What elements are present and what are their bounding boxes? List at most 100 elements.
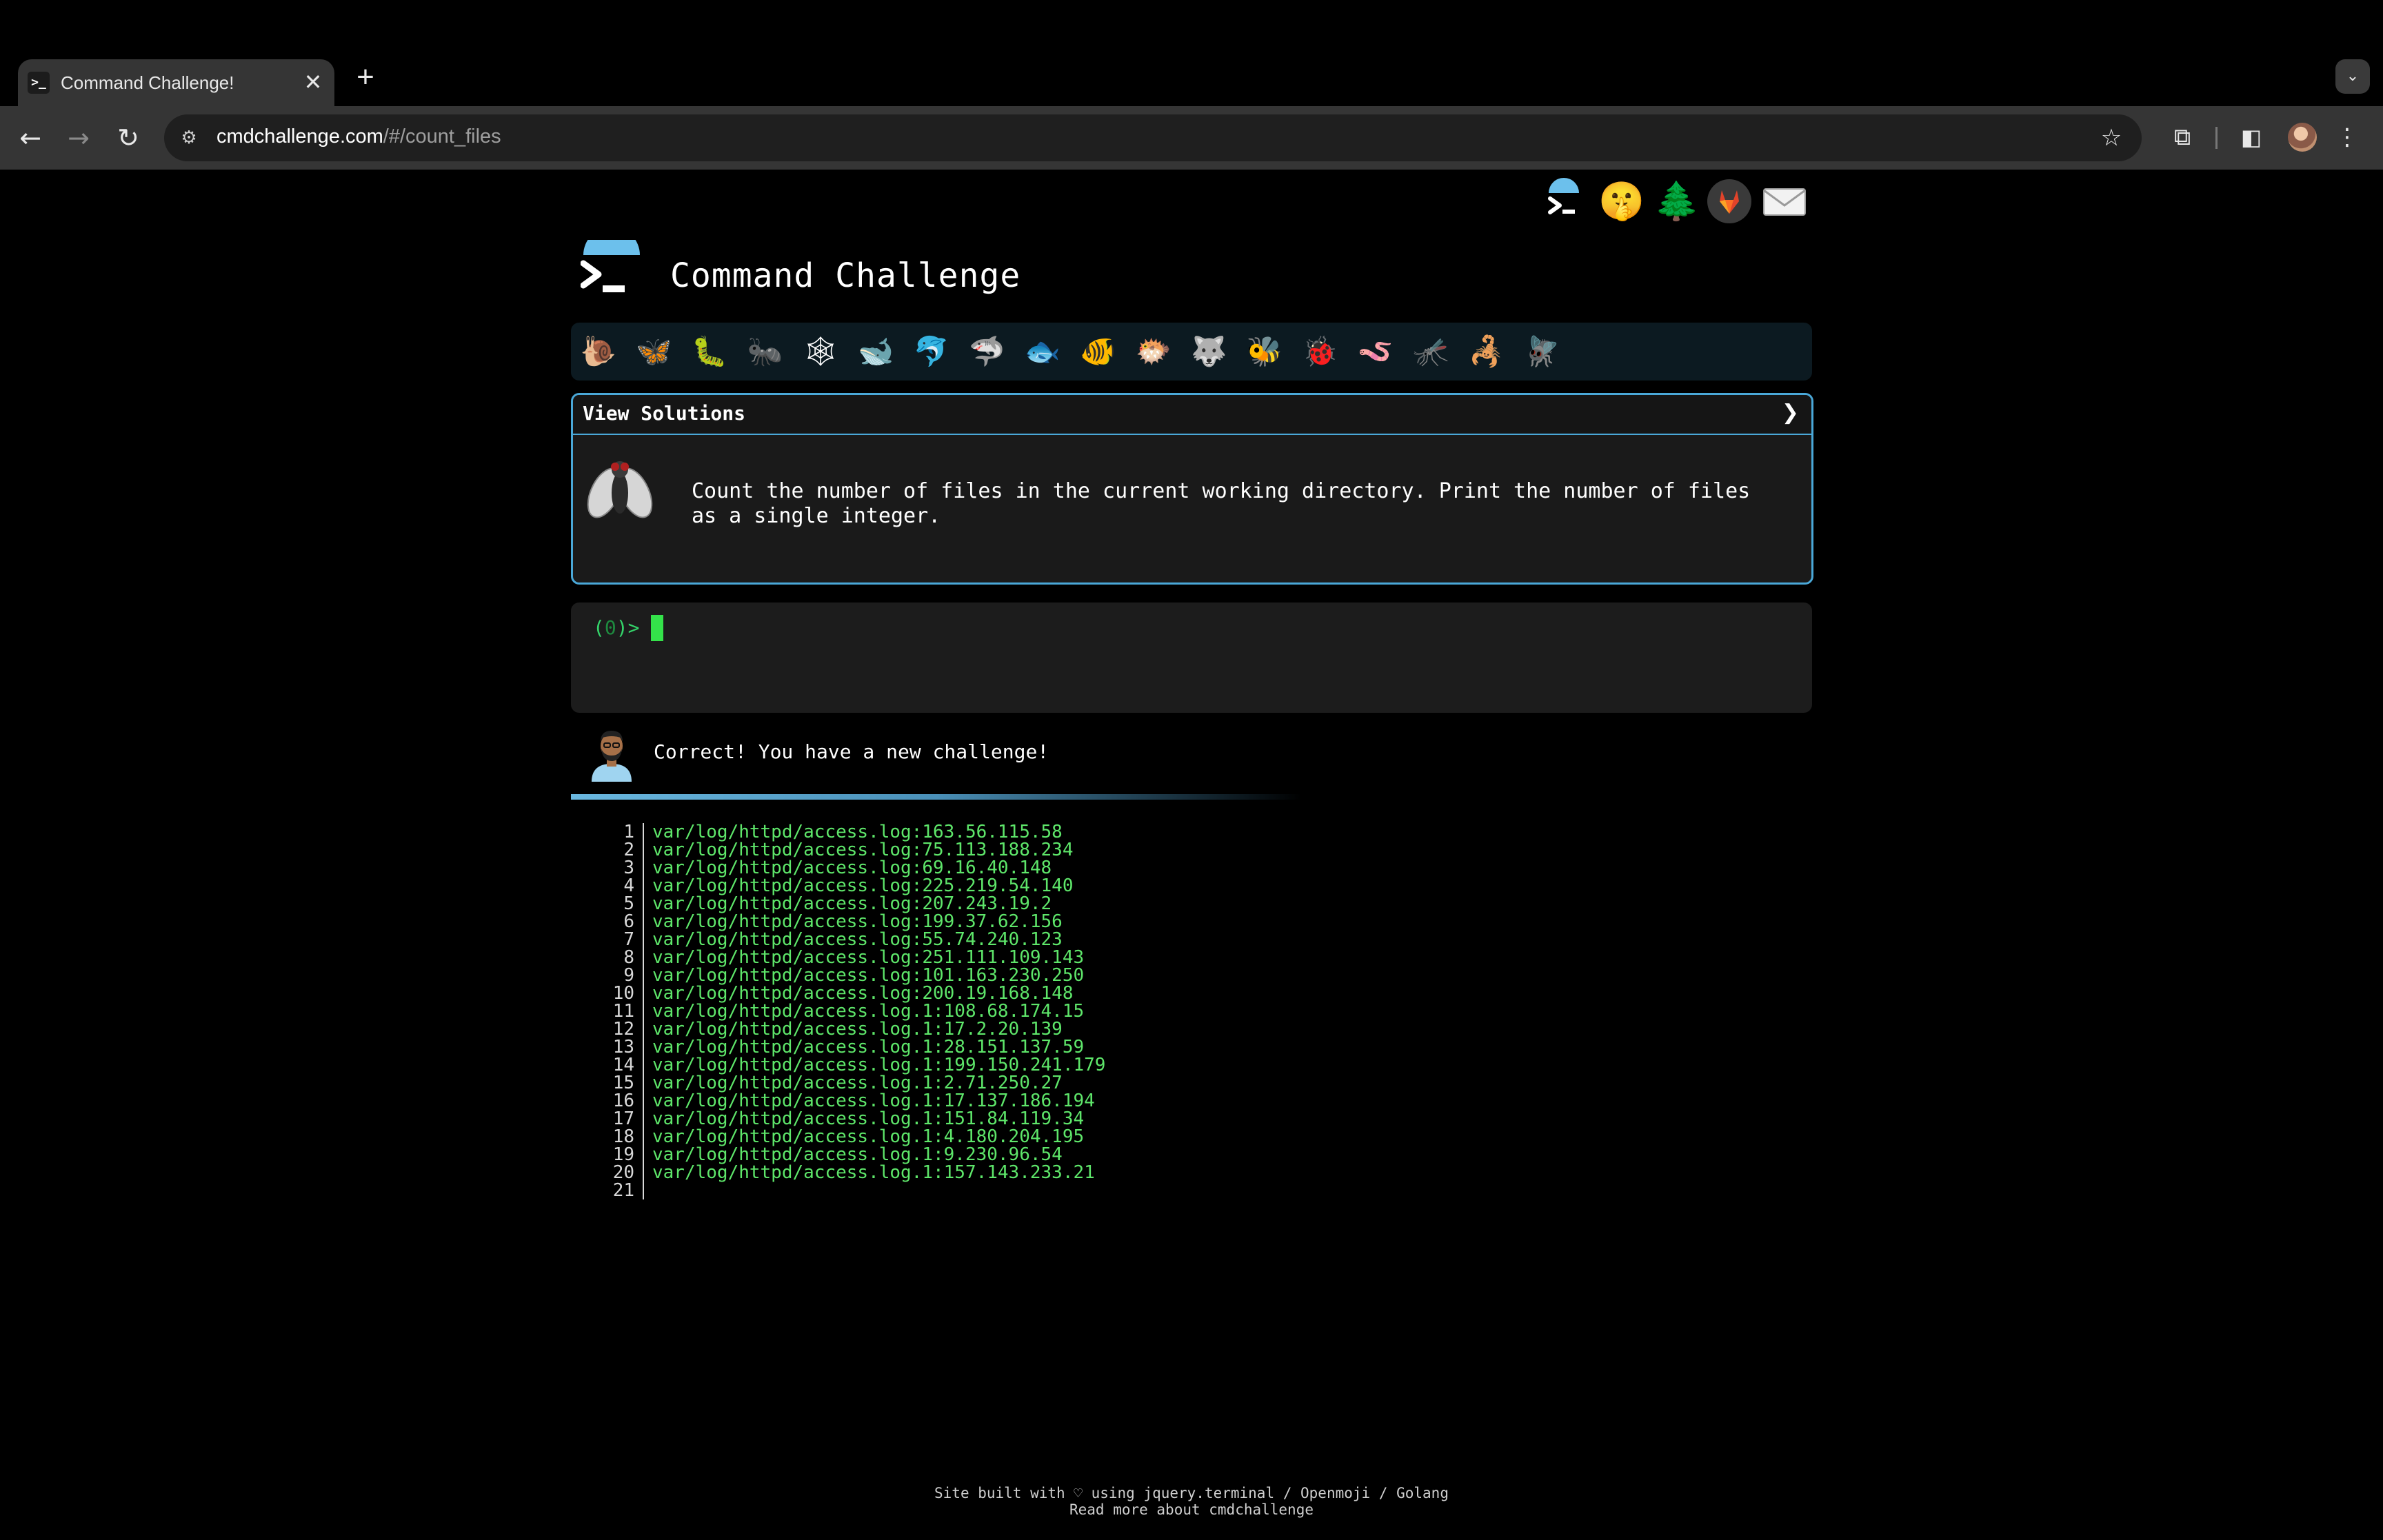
line-number: 3 xyxy=(623,858,634,878)
gutter-line xyxy=(643,1056,644,1074)
line-number: 18 xyxy=(612,1126,634,1147)
gutter-line xyxy=(643,1128,644,1146)
gutter-line xyxy=(643,1020,644,1038)
dolphin-icon[interactable]: 🐬 xyxy=(912,332,951,371)
output-line-text: var/log/httpd/access.log:225.219.54.140 xyxy=(652,875,1074,896)
shark-icon[interactable]: 🦈 xyxy=(968,332,1007,371)
line-number: 19 xyxy=(612,1144,634,1165)
tab-search-chevron-icon[interactable]: ⌄ xyxy=(2335,59,2370,94)
gutter-line xyxy=(643,931,644,949)
output-line-text: var/log/httpd/access.log.1:4.180.204.195 xyxy=(652,1126,1085,1147)
new-tab-button[interactable]: + xyxy=(350,62,381,92)
view-solutions-label: View Solutions xyxy=(583,402,746,425)
view-solutions-toggle[interactable]: View Solutions ❯ xyxy=(573,395,1811,435)
prompt-close: )> xyxy=(616,616,640,639)
footer-credits[interactable]: Site built with ♡ using jquery.terminal … xyxy=(0,1485,2383,1501)
output-line-text: var/log/httpd/access.log.1:108.68.174.15 xyxy=(652,1001,1085,1022)
extensions-puzzle-icon[interactable]: ⧉ xyxy=(2165,120,2200,154)
snail-icon[interactable]: 🐌 xyxy=(579,332,618,371)
output-row: 15 var/log/httpd/access.log.1:2.71.250.27 xyxy=(607,1074,1227,1092)
line-number: 16 xyxy=(612,1091,634,1111)
bee-icon[interactable]: 🐝 xyxy=(1245,332,1284,371)
terminal[interactable]: (0)> xyxy=(571,602,1812,713)
whale-icon[interactable]: 🐋 xyxy=(857,332,896,371)
page-title[interactable]: Command Challenge xyxy=(670,256,1020,295)
tropical-fish-icon[interactable]: 🐠 xyxy=(1079,332,1118,371)
gutter-line xyxy=(643,877,644,895)
output-line-text: var/log/httpd/access.log:199.37.62.156 xyxy=(652,911,1063,932)
line-number: 21 xyxy=(612,1180,634,1201)
forward-arrow-icon[interactable]: → xyxy=(59,119,98,157)
gutter-line xyxy=(643,966,644,984)
man-avatar-icon xyxy=(586,727,637,782)
gutter-line xyxy=(643,895,644,913)
line-number: 10 xyxy=(612,983,634,1004)
line-number: 2 xyxy=(623,840,634,860)
ladybug-icon[interactable]: 🐞 xyxy=(1301,332,1340,371)
solutions-panel: View Solutions ❯ Count the number of fil… xyxy=(571,393,1813,585)
output-row: 5 var/log/httpd/access.log:207.243.19.2 xyxy=(607,895,1227,913)
address-bar[interactable]: ⚙ cmdchallenge.com/#/count_files ☆ xyxy=(164,114,2142,161)
terminal-cursor[interactable] xyxy=(651,615,663,641)
output-row: 9 var/log/httpd/access.log:101.163.230.25… xyxy=(607,966,1227,984)
line-number: 8 xyxy=(623,947,634,968)
reload-icon[interactable]: ↻ xyxy=(109,119,148,157)
url-host: cmdchallenge.com xyxy=(217,125,383,148)
wolf-icon[interactable]: 🐺 xyxy=(1190,332,1229,371)
spider-web-icon[interactable]: 🕸 xyxy=(801,332,840,371)
fly-icon xyxy=(585,452,654,527)
prompt-count: 0 xyxy=(604,616,616,639)
browser-tab-strip: >_ Command Challenge! ✕ + ⌄ xyxy=(0,0,2383,107)
browser-tab[interactable]: >_ Command Challenge! ✕ xyxy=(18,59,334,106)
command-output: 1 var/log/httpd/access.log:163.56.115.58 2… xyxy=(607,823,1227,1199)
output-row: 17 var/log/httpd/access.log.1:151.84.119.… xyxy=(607,1110,1227,1128)
output-line-text: var/log/httpd/access.log:200.19.168.148 xyxy=(652,983,1074,1004)
chevron-right-icon: ❯ xyxy=(1781,401,1799,425)
mail-icon[interactable] xyxy=(1761,178,1808,225)
line-number: 14 xyxy=(612,1055,634,1075)
gutter-line xyxy=(643,1146,644,1164)
gutter-line xyxy=(643,1002,644,1020)
caterpillar-icon[interactable]: 🐛 xyxy=(690,332,729,371)
terminal-icon[interactable] xyxy=(1540,178,1587,225)
output-row: 8 var/log/httpd/access.log:251.111.109.14… xyxy=(607,949,1227,966)
close-tab-icon[interactable]: ✕ xyxy=(301,70,325,94)
output-line-text: var/log/httpd/access.log.1:9.230.96.54 xyxy=(652,1144,1063,1165)
output-line-text: var/log/httpd/access.log:207.243.19.2 xyxy=(652,893,1052,914)
output-row: 10 var/log/httpd/access.log:200.19.168.14… xyxy=(607,984,1227,1002)
terminal-prompt: (0)> xyxy=(593,616,639,639)
line-number: 4 xyxy=(623,875,634,896)
profile-avatar[interactable] xyxy=(2288,123,2317,152)
mosquito-icon[interactable]: 🦟 xyxy=(1412,332,1451,371)
ant-icon[interactable]: 🐜 xyxy=(746,332,785,371)
blowfish-icon[interactable]: 🐡 xyxy=(1134,332,1173,371)
tree-icon[interactable]: 🌲 xyxy=(1653,178,1700,225)
output-row: 4 var/log/httpd/access.log:225.219.54.140 xyxy=(607,877,1227,895)
gutter-line xyxy=(643,1182,644,1199)
bookmark-star-icon[interactable]: ☆ xyxy=(2098,124,2125,152)
output-row: 6 var/log/httpd/access.log:199.37.62.156 xyxy=(607,913,1227,931)
tab-title: Command Challenge! xyxy=(61,72,234,93)
gitlab-icon[interactable] xyxy=(1706,178,1753,225)
url-text[interactable]: cmdchallenge.com/#/count_files xyxy=(217,125,501,148)
butterfly-icon[interactable]: 🦋 xyxy=(635,332,674,371)
fish-icon[interactable]: 🐟 xyxy=(1023,332,1062,371)
site-info-icon[interactable]: ⚙ xyxy=(177,125,201,150)
line-number: 20 xyxy=(612,1162,634,1183)
side-panel-icon[interactable]: ◧ xyxy=(2234,120,2269,154)
footer-read-more-link[interactable]: Read more about cmdchallenge xyxy=(0,1501,2383,1518)
kebab-menu-icon[interactable]: ⋮ xyxy=(2333,120,2361,154)
output-line-text: var/log/httpd/access.log:55.74.240.123 xyxy=(652,929,1063,950)
challenge-description: Count the number of files in the current… xyxy=(692,479,1751,528)
gutter-line xyxy=(643,859,644,877)
shushing-face-icon[interactable]: 🤫 xyxy=(1598,178,1645,225)
footer: Site built with ♡ using jquery.terminal … xyxy=(0,1485,2383,1518)
gutter-line xyxy=(643,1110,644,1128)
output-line-text: var/log/httpd/access.log.1:28.151.137.59 xyxy=(652,1037,1085,1057)
gutter-line xyxy=(643,1092,644,1110)
scorpion-icon[interactable]: 🦂 xyxy=(1467,332,1506,371)
site-logo-icon[interactable] xyxy=(580,227,643,303)
worm-icon[interactable]: 🪱 xyxy=(1356,332,1395,371)
fly-icon[interactable]: 🪰 xyxy=(1523,332,1562,371)
back-arrow-icon[interactable]: ← xyxy=(11,119,50,157)
